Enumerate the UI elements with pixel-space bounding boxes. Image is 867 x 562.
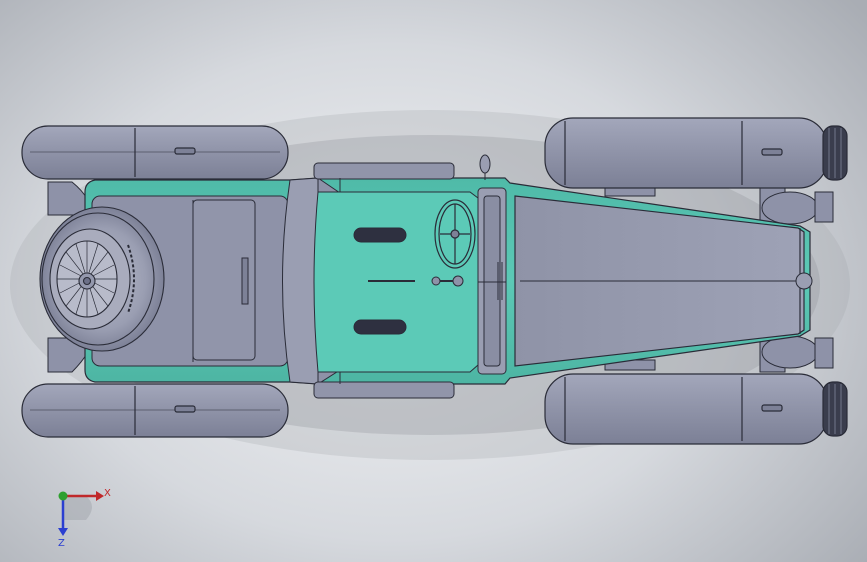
pedal-left [353,227,407,243]
spare-tire[interactable] [39,206,165,352]
x-axis-head [96,491,104,501]
radiator-cap [795,272,813,290]
cad-viewport[interactable] [0,0,867,562]
windscreen [477,187,507,375]
steering-wheel[interactable] [434,199,476,269]
rear-right-tire[interactable] [21,383,289,438]
rear-left-tire[interactable] [21,125,289,180]
z-axis-label: Z [58,538,65,549]
coordinate-triad[interactable]: X Z [40,480,120,550]
y-axis-dot [58,491,68,501]
z-axis-head [58,528,68,536]
pedal-right [353,319,407,335]
x-axis-label: X [104,488,111,499]
front-right-tire[interactable] [544,373,848,445]
front-left-tire[interactable] [544,117,848,189]
triad-shadow [64,496,92,520]
